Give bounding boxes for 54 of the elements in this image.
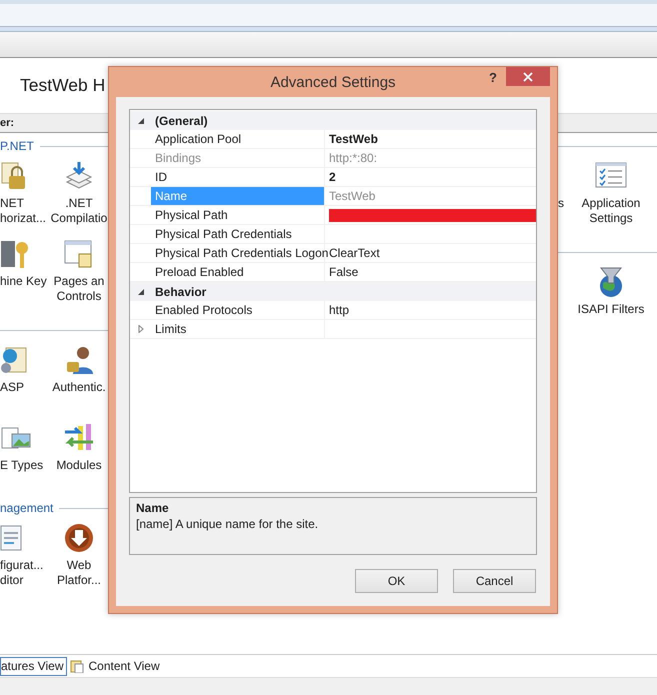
feature-label: Authentic. [52,380,106,395]
feature-label: ISAPI Filters [578,302,644,317]
feature-label: Settings [589,211,633,226]
feature-label: Application [582,196,640,211]
close-icon [523,72,533,82]
property-value: ClearText [329,246,380,260]
dialog-title: Advanced Settings [270,74,396,90]
expand-icon[interactable] [136,325,144,333]
feature-label: E Types [0,458,44,473]
property-name[interactable]: Application Pool [151,130,325,148]
feature-label: NET [0,196,24,211]
property-value: False [329,265,358,279]
feature-label: figurat... [0,558,44,573]
view-tab[interactable]: atures View [0,656,68,676]
property-value: TestWeb [329,189,376,203]
property-value: http:*:80: [329,151,378,165]
category-heading: Behavior [154,284,206,298]
document-icon [70,659,84,673]
property-name[interactable]: Enabled Protocols [151,301,325,319]
feature-label: Compilatio [50,211,108,226]
category-heading: (General) [154,114,208,128]
group-heading: P.NET [0,139,34,153]
close-button[interactable] [506,67,550,86]
help-button[interactable]: ? [487,70,499,85]
page-title: TestWeb H [20,75,106,96]
collapse-icon[interactable] [136,116,144,124]
feature-label: Controls [56,289,102,304]
feature-label: Modules [56,458,102,473]
ok-button[interactable]: OK [355,569,438,593]
property-value: 2 [329,170,336,184]
feature-label: s [558,196,564,211]
feature-label: .NET [65,196,93,211]
feature-label: hine Key [0,274,47,289]
view-tab[interactable]: Content View [69,656,164,676]
feature-label: Pages an [54,274,104,289]
feature-label: Platfor... [56,573,102,588]
download-icon[interactable] [63,522,95,554]
property-name[interactable]: Physical Path Credentials [151,225,325,243]
description-title: Name [136,501,170,515]
cancel-button[interactable]: Cancel [453,569,536,593]
property-name[interactable]: Physical Path [151,206,325,224]
property-value: TestWeb [329,132,378,146]
description-text: [name] A unique name for the site. [136,517,320,531]
property-name[interactable]: Preload Enabled [151,263,325,281]
collapse-icon[interactable] [136,288,144,296]
feature-label: ASP [0,380,24,395]
feature-label: ditor [0,573,24,588]
feature-label: Web [66,558,92,573]
property-name[interactable]: Limits [151,320,325,338]
group-heading: nagement [0,501,54,515]
property-name[interactable]: ID [151,168,325,186]
filter-label: er: [0,117,14,129]
property-value: http [329,303,350,317]
feature-label: horizat... [0,211,46,226]
